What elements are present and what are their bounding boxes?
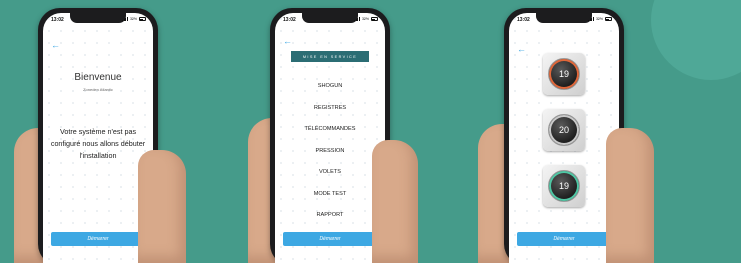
page-subtitle: Zoneden Atlantic <box>83 87 113 92</box>
start-button[interactable]: Démarrer <box>283 232 377 246</box>
battery-percent: 32% <box>129 17 137 21</box>
hand-right <box>372 140 418 263</box>
screen-welcome: 13:02 32% ← Bienvenue Zoneden Atlantic V… <box>43 13 153 263</box>
status-time: 13:02 <box>283 17 296 23</box>
thermostat-value: 19 <box>558 69 569 79</box>
hand-right <box>138 150 186 263</box>
screen-thermostats: 13:02 32% ← 19 20 19 Démarrer <box>509 13 619 263</box>
thermostat-card[interactable]: 19 <box>543 165 585 207</box>
thermostat-dial: 20 <box>548 114 580 146</box>
arrow-left-icon[interactable]: ← <box>517 45 526 54</box>
page-title: Bienvenue <box>74 72 122 83</box>
background-decoration <box>651 0 741 80</box>
status-bar: 13:02 32% <box>51 17 146 25</box>
thermostat-value: 20 <box>558 125 569 135</box>
screen-service-menu: 13:02 32% ← MISE EN SERVICE SHOGUN REGIS… <box>275 13 385 263</box>
status-bar: 13:02 32% <box>517 17 612 25</box>
thermostat-value: 19 <box>558 181 569 191</box>
signal-icon <box>353 17 360 21</box>
hand-right <box>606 128 654 263</box>
menu-item-registres[interactable]: REGISTRES <box>275 98 385 120</box>
start-button[interactable]: Démarrer <box>517 232 611 246</box>
thermostat-card[interactable]: 20 <box>543 109 585 151</box>
status-time: 13:02 <box>51 17 64 23</box>
battery-icon <box>605 17 612 21</box>
menu-item-shogun[interactable]: SHOGUN <box>275 76 385 98</box>
menu-item-volets[interactable]: VOLETS <box>275 162 385 184</box>
menu-item-rapport[interactable]: RAPPORT <box>275 205 385 227</box>
setup-message: Votre système n'est pas configuré nous a… <box>50 127 146 160</box>
battery-icon <box>139 17 146 21</box>
status-bar: 13:02 32% <box>283 17 378 25</box>
battery-percent: 32% <box>361 17 369 21</box>
menu-item-telecommandes[interactable]: TÉLÉCOMMANDES <box>275 119 385 141</box>
battery-icon <box>371 17 378 21</box>
thermostat-card[interactable]: 19 <box>543 53 585 95</box>
service-menu: SHOGUN REGISTRES TÉLÉCOMMANDES PRESSION … <box>275 76 385 227</box>
start-button[interactable]: Démarrer <box>51 232 145 246</box>
section-banner: MISE EN SERVICE <box>291 51 369 62</box>
menu-item-pression[interactable]: PRESSION <box>275 141 385 163</box>
signal-icon <box>121 17 128 21</box>
arrow-left-icon[interactable]: ← <box>51 41 60 50</box>
status-time: 13:02 <box>517 17 530 23</box>
signal-icon <box>587 17 594 21</box>
thermostat-dial: 19 <box>548 170 580 202</box>
thermostat-dial: 19 <box>548 58 580 90</box>
menu-item-mode-test[interactable]: MODE TEST <box>275 184 385 206</box>
battery-percent: 32% <box>595 17 603 21</box>
arrow-left-icon[interactable]: ← <box>283 37 292 46</box>
